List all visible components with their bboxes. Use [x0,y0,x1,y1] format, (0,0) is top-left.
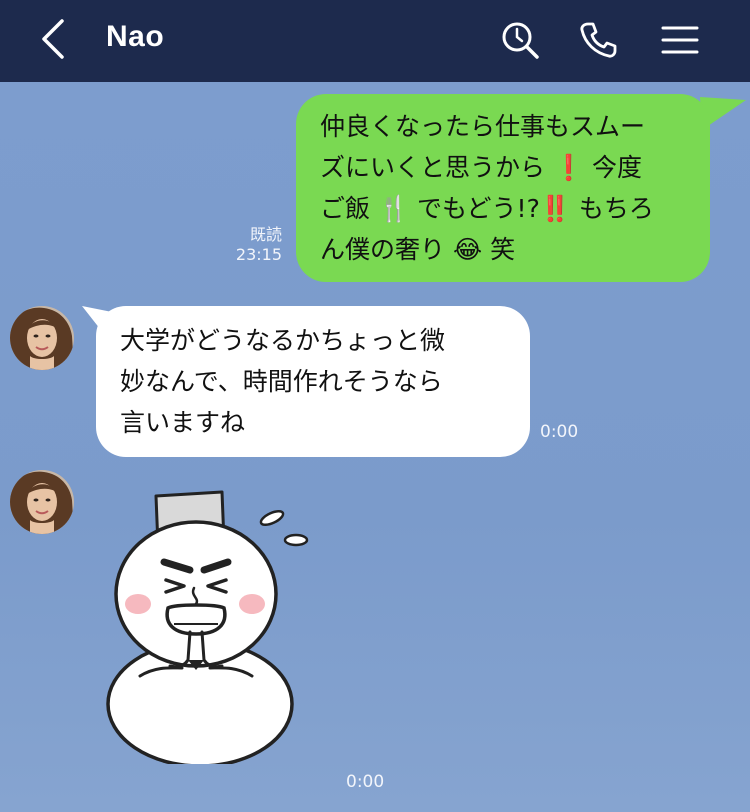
fork-knife-icon: 🍴 [377,194,410,223]
message-time: 0:00 [346,772,385,792]
double-exclamation-icon: ‼️ [539,194,571,223]
message-line: 言いますね [120,408,246,437]
avatar[interactable] [10,306,74,370]
outgoing-message-bubble[interactable]: 仲良くなったら仕事もスムー ズにいくと思うから ❗ 今度 ご飯 🍴 でもどう!?… [296,94,710,282]
message-line: 妙なんで、時間作れそうなら [120,367,443,396]
chat-title: Nao [106,20,165,53]
menu-icon[interactable] [660,20,700,60]
message-line: 仲良くなったら仕事もスムー [320,112,646,141]
laughing-tears-icon: 😂 [452,235,483,264]
chevron-left-icon[interactable] [38,18,68,60]
message-line: ズにいくと思うから ❗ 今度 [320,147,686,188]
message-line: ん僕の奢り 😂 笑 [320,229,686,270]
snowman-sticker[interactable] [100,484,340,764]
avatar[interactable] [10,470,74,534]
phone-icon[interactable] [578,20,618,60]
read-receipt: 既読 [249,225,282,244]
message-line: 大学がどうなるかちょっと微 [120,326,446,355]
message-time: 23:15 [235,245,282,264]
message-time: 0:00 [540,422,579,442]
exclamation-icon: ❗ [552,153,585,182]
message-line: ご飯 🍴 でもどう!?‼️ もちろ [320,188,686,229]
chat-area[interactable]: 仲良くなったら仕事もスムー ズにいくと思うから ❗ 今度 ご飯 🍴 でもどう!?… [0,82,750,812]
search-icon[interactable] [500,20,540,60]
message-meta: 既読 23:15 [222,225,282,265]
chat-header: Nao [0,0,750,82]
incoming-message-bubble[interactable]: 大学がどうなるかちょっと微 妙なんで、時間作れそうなら 言いますね [96,306,530,457]
